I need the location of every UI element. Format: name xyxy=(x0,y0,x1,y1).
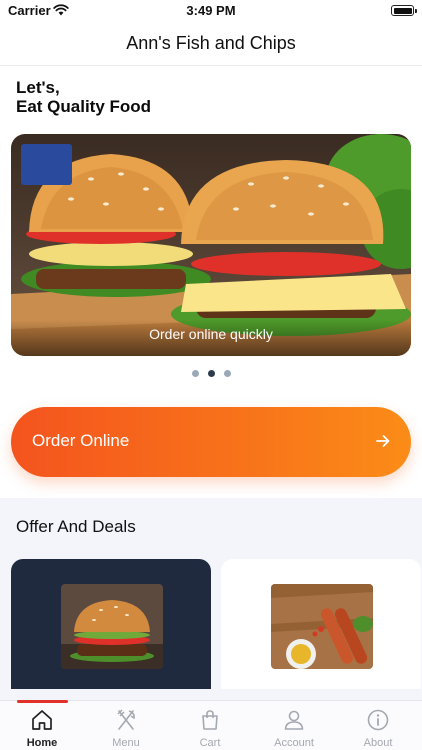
promo-banner[interactable]: Order online quickly xyxy=(11,134,411,356)
home-icon xyxy=(32,710,52,730)
tab-about-label: About xyxy=(363,737,393,749)
deal-card[interactable] xyxy=(221,559,421,689)
tab-menu-label: Menu xyxy=(112,737,140,749)
deal-card[interactable] xyxy=(11,559,211,689)
tab-home-label: Home xyxy=(26,737,58,749)
sausage-photo xyxy=(271,584,373,669)
shopping-bag-icon xyxy=(202,710,218,730)
order-online-label: Order Online xyxy=(32,431,130,450)
greeting-line-2: Eat Quality Food xyxy=(16,97,152,116)
header-divider xyxy=(0,65,422,66)
tab-account-label: Account xyxy=(274,737,314,749)
greeting-heading: Let's, Eat Quality Food xyxy=(16,78,151,116)
carousel-dot-3[interactable] xyxy=(223,370,231,377)
order-online-button[interactable]: Order Online xyxy=(11,407,411,477)
info-icon xyxy=(367,709,389,731)
tab-menu[interactable]: Menu xyxy=(84,701,168,750)
bottom-tab-bar: Home Menu Cart Account About xyxy=(0,700,422,750)
fork-knife-icon xyxy=(117,709,135,730)
clock: 3:49 PM xyxy=(186,3,236,18)
tab-account[interactable]: Account xyxy=(252,701,336,750)
user-icon xyxy=(284,710,304,730)
burger-photo xyxy=(61,584,163,669)
greeting-line-1: Let's, xyxy=(16,78,60,97)
restaurant-logo xyxy=(21,144,72,185)
status-bar: Carrier 3:49 PM xyxy=(0,0,422,22)
tab-cart[interactable]: Cart xyxy=(168,701,252,750)
active-tab-indicator xyxy=(17,700,68,703)
tab-cart-label: Cart xyxy=(199,737,221,749)
tab-home[interactable]: Home xyxy=(0,700,84,750)
carousel-pagination[interactable] xyxy=(0,370,422,377)
arrow-right-icon xyxy=(376,435,390,447)
banner-caption: Order online quickly xyxy=(11,320,411,356)
carousel-dot-2[interactable] xyxy=(207,370,215,377)
tab-about[interactable]: About xyxy=(336,701,420,750)
offers-title: Offer And Deals xyxy=(16,517,136,536)
carousel-dot-1[interactable] xyxy=(191,370,199,377)
app-title: Ann's Fish and Chips xyxy=(126,33,296,53)
battery-icon xyxy=(391,5,417,16)
